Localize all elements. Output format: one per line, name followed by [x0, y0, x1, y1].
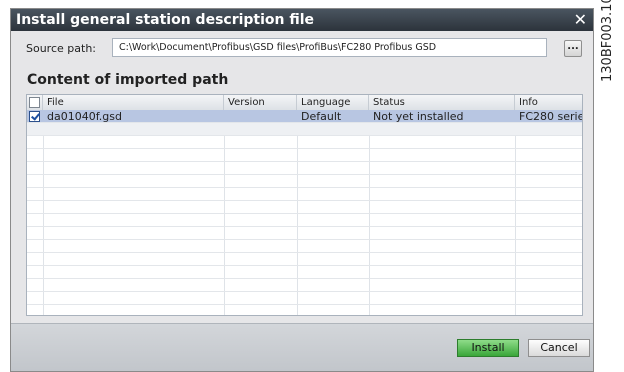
empty-table-row — [27, 149, 582, 162]
dialog-title: Install general station description file — [16, 12, 315, 28]
version-cell — [224, 110, 297, 123]
empty-table-row — [27, 253, 582, 266]
column-header-file[interactable]: File — [43, 95, 224, 110]
cancel-button[interactable]: Cancel — [528, 339, 590, 357]
info-cell: FC280 serie... — [519, 110, 582, 123]
language-cell: Default — [301, 110, 342, 123]
status-cell: Not yet installed — [373, 110, 464, 123]
content-section-title: Content of imported path — [27, 72, 229, 88]
empty-table-row — [27, 123, 582, 136]
install-button[interactable]: Install — [457, 339, 519, 357]
empty-table-row — [27, 136, 582, 149]
column-header-info[interactable]: Info — [515, 95, 582, 110]
empty-table-row — [27, 162, 582, 175]
gsd-file-table: File Version Language Status Info da0104… — [26, 94, 583, 316]
empty-table-row — [27, 201, 582, 214]
empty-table-row — [27, 292, 582, 305]
empty-table-row — [27, 227, 582, 240]
title-bar[interactable]: Install general station description file… — [11, 9, 593, 31]
select-all-checkbox[interactable] — [29, 97, 40, 108]
empty-table-row — [27, 240, 582, 253]
source-path-label: Source path: — [26, 42, 96, 55]
empty-table-row — [27, 188, 582, 201]
select-all-cell — [27, 95, 43, 110]
figure-code-text: 130BF003.10 — [600, 0, 615, 82]
table-header: File Version Language Status Info — [27, 95, 582, 111]
empty-table-row — [27, 305, 582, 315]
file-cell: da01040f.gsd — [47, 110, 122, 123]
close-icon[interactable]: ✕ — [574, 10, 587, 30]
table-row[interactable]: da01040f.gsd Default Not yet installed F… — [27, 110, 582, 123]
column-header-version[interactable]: Version — [224, 95, 297, 110]
empty-table-row — [27, 279, 582, 292]
column-header-status[interactable]: Status — [369, 95, 515, 110]
empty-table-row — [27, 266, 582, 279]
row-checkbox[interactable] — [29, 111, 40, 122]
dialog-footer: Install Cancel — [11, 323, 593, 371]
column-header-language[interactable]: Language — [297, 95, 369, 110]
browse-button[interactable]: ... — [564, 40, 582, 57]
empty-table-row — [27, 214, 582, 227]
empty-table-row — [27, 175, 582, 188]
install-gsd-dialog: Install general station description file… — [10, 8, 594, 372]
source-path-input[interactable]: C:\Work\Document\Profibus\GSD files\Prof… — [112, 38, 547, 57]
